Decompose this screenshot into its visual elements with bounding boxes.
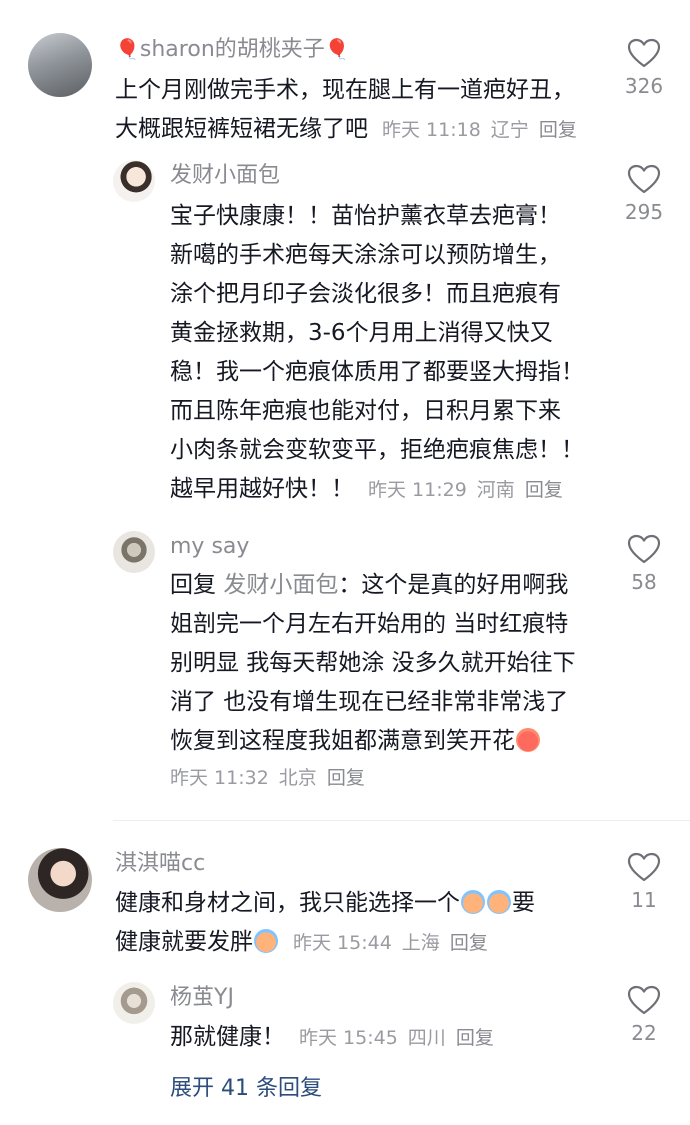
comment-text: 回复 发财小面包：这个是真的好用啊我 姐剖完一个月左右开始用的 当时红痕特 别明… bbox=[170, 566, 576, 761]
comment-location: 北京 bbox=[278, 767, 317, 789]
comment-line-text: 越早用越好快！！ bbox=[170, 476, 354, 502]
comment-line: 新噶的手术疤每天涂涂可以预防增生， bbox=[170, 242, 561, 268]
reply-button[interactable]: 回复 bbox=[525, 479, 563, 501]
comment-text: 那就健康！ 昨天 15:45 四川 回复 bbox=[170, 1018, 504, 1058]
comment-line-text: 要 bbox=[512, 890, 535, 916]
comment-line-text: 大概跟短裤短裙无缘了吧 bbox=[115, 116, 368, 142]
comment-line: 黄金拯救期，3-6个月用上消得又快又 bbox=[170, 320, 553, 346]
comment-username[interactable]: 淇淇喵cc bbox=[115, 849, 205, 879]
comment-line-text: 健康和身材之间，我只能选择一个 bbox=[115, 890, 460, 916]
like-button[interactable]: 58 bbox=[614, 534, 674, 594]
comment-line-text: 健康就要发胖 bbox=[115, 929, 253, 955]
comment-line: 那就健康！ 昨天 15:45 四川 回复 bbox=[170, 1018, 504, 1058]
comment-time: 昨天 11:29 bbox=[368, 479, 467, 501]
like-button[interactable]: 22 bbox=[614, 985, 674, 1045]
comment-line: 恢复到这程度我姐都满意到笑开花 bbox=[170, 722, 576, 761]
balloon-icon: 🎈 bbox=[324, 37, 350, 61]
comment-line: 宝子快康康！！苗怡护薰衣草去疤膏！ bbox=[170, 203, 561, 229]
laughing-emoji-icon bbox=[516, 728, 540, 752]
like-count: 326 bbox=[624, 74, 664, 98]
comment-line: 消了 也没有增生现在已经非常非常浅了 bbox=[170, 689, 569, 715]
avatar[interactable] bbox=[113, 982, 155, 1024]
comment-meta: 昨天 15:45 四川 回复 bbox=[299, 1027, 504, 1049]
comment-meta: 昨天 15:44 上海 回复 bbox=[293, 932, 498, 954]
comment-line: 姐剖完一个月左右开始用的 当时红痕特 bbox=[170, 611, 569, 637]
reply-prefix: 回复 bbox=[170, 572, 216, 598]
comment-location: 四川 bbox=[407, 1027, 446, 1049]
comment-line: 健康就要发胖 昨天 15:44 上海 回复 bbox=[115, 923, 535, 963]
heart-outline-icon bbox=[627, 38, 661, 68]
avatar[interactable] bbox=[28, 33, 92, 97]
comment-time: 昨天 15:45 bbox=[299, 1027, 398, 1049]
comment-line: 上个月刚做完手术，现在腿上有一道疤好丑， bbox=[115, 77, 575, 103]
comment-time: 昨天 15:44 bbox=[293, 932, 392, 954]
comment-line-text: 那就健康！ bbox=[170, 1024, 285, 1050]
comment-line: 涂个把月印子会淡化很多！而且疤痕有 bbox=[170, 281, 561, 307]
like-button[interactable]: 295 bbox=[614, 164, 674, 224]
comment-location: 辽宁 bbox=[490, 119, 529, 141]
comment-line: 回复 发财小面包：这个是真的好用啊我 bbox=[170, 566, 576, 605]
divider bbox=[113, 820, 690, 821]
like-count: 295 bbox=[624, 200, 664, 224]
comment-line: 健康和身材之间，我只能选择一个 要 bbox=[115, 884, 535, 923]
reply-button[interactable]: 回复 bbox=[450, 932, 488, 954]
comment-location: 上海 bbox=[401, 932, 440, 954]
like-button[interactable]: 11 bbox=[614, 852, 674, 912]
reply-button[interactable]: 回复 bbox=[456, 1027, 494, 1049]
comment-username[interactable]: 🎈sharon的胡桃夹子🎈 bbox=[115, 34, 350, 65]
comment-line: 小肉条就会变软变平，拒绝疤痕焦虑！！ bbox=[170, 437, 584, 463]
comment-username[interactable]: 发财小面包 bbox=[170, 161, 280, 191]
like-count: 11 bbox=[631, 888, 657, 912]
heart-outline-icon bbox=[627, 534, 661, 564]
like-count: 22 bbox=[631, 1021, 657, 1045]
reply-button[interactable]: 回复 bbox=[327, 767, 365, 789]
comment-meta: 昨天 11:18 辽宁 回复 bbox=[382, 119, 587, 141]
avatar[interactable] bbox=[113, 160, 155, 202]
like-button[interactable]: 326 bbox=[614, 38, 674, 98]
comment-line: 稳！我一个疤痕体质用了都要竖大拇指！ bbox=[170, 359, 584, 385]
reply-to-username[interactable]: 发财小面包 bbox=[223, 572, 338, 598]
comment-line: 而且陈年疤痕也能对付，日积月累下来 bbox=[170, 398, 561, 424]
comment-time: 昨天 11:18 bbox=[382, 119, 481, 141]
crying-emoji-icon bbox=[487, 890, 511, 914]
comment-text: 健康和身材之间，我只能选择一个 要 健康就要发胖 昨天 15:44 上海 回复 bbox=[115, 884, 535, 963]
comment-line: 大概跟短裤短裙无缘了吧 昨天 11:18 辽宁 回复 bbox=[115, 110, 587, 150]
crying-emoji-icon bbox=[254, 929, 278, 953]
heart-outline-icon bbox=[627, 852, 661, 882]
comment-line-text: 恢复到这程度我姐都满意到笑开花 bbox=[170, 728, 515, 754]
heart-outline-icon bbox=[627, 985, 661, 1015]
comment-line: 别明显 我每天帮她涂 没多久就开始往下 bbox=[170, 650, 576, 676]
comment-line-text: ：这个是真的好用啊我 bbox=[338, 572, 569, 598]
comment-location: 河南 bbox=[476, 479, 515, 501]
expand-replies-button[interactable]: 展开 41 条回复 bbox=[170, 1070, 322, 1102]
comment-time: 昨天 11:32 bbox=[170, 767, 269, 789]
comment-line: 越早用越好快！！ 昨天 11:29 河南 回复 bbox=[170, 470, 584, 510]
comment-text: 上个月刚做完手术，现在腿上有一道疤好丑， 大概跟短裤短裙无缘了吧 昨天 11:18… bbox=[115, 71, 587, 150]
avatar[interactable] bbox=[28, 848, 92, 912]
comment-text: 宝子快康康！！苗怡护薰衣草去疤膏！ 新噶的手术疤每天涂涂可以预防增生， 涂个把月… bbox=[170, 197, 584, 510]
reply-button[interactable]: 回复 bbox=[539, 119, 577, 141]
crying-emoji-icon bbox=[461, 890, 485, 914]
balloon-icon: 🎈 bbox=[115, 37, 140, 61]
comment-meta: 昨天 11:32 北京 回复 bbox=[170, 763, 375, 793]
comment-meta: 昨天 11:29 河南 回复 bbox=[368, 479, 573, 501]
avatar[interactable] bbox=[113, 531, 155, 573]
like-count: 58 bbox=[631, 570, 657, 594]
comment-username[interactable]: my say bbox=[170, 532, 249, 562]
heart-outline-icon bbox=[627, 164, 661, 194]
comment-username[interactable]: 杨茧YJ bbox=[170, 983, 234, 1013]
